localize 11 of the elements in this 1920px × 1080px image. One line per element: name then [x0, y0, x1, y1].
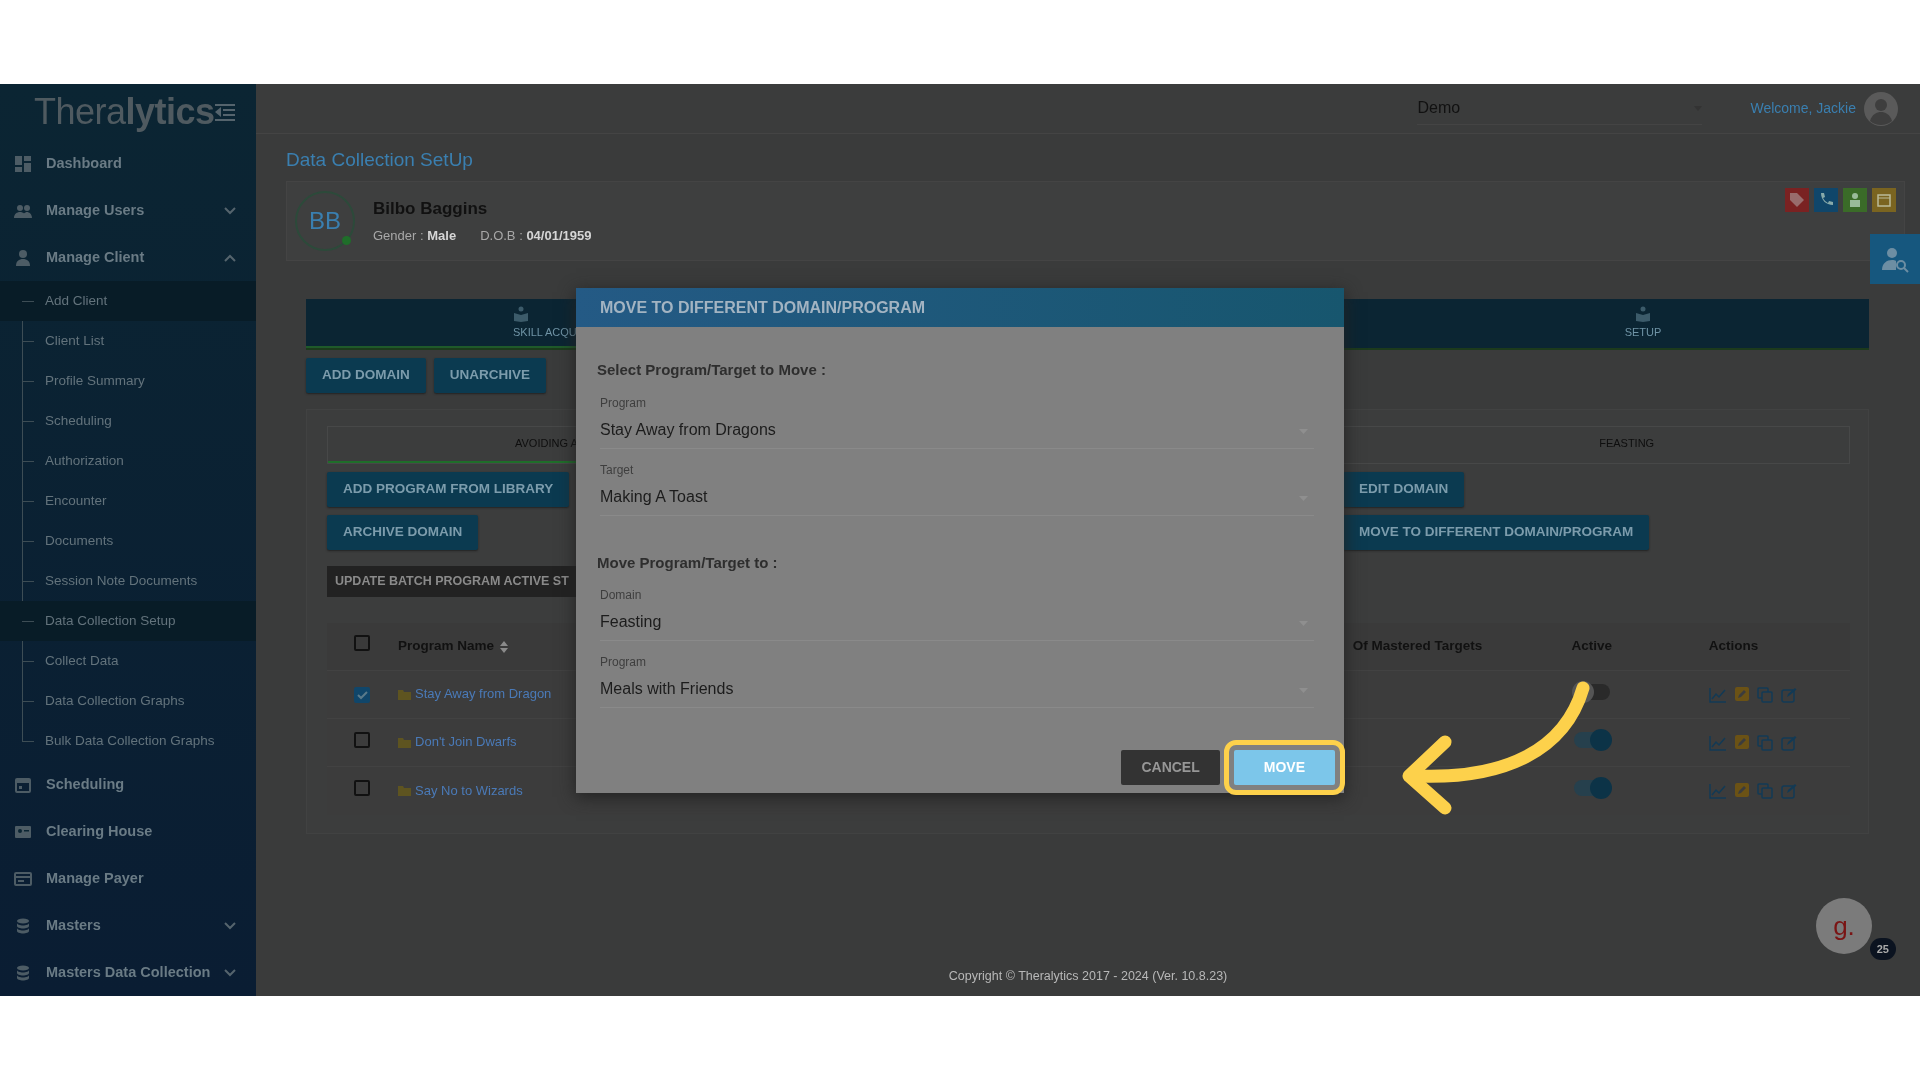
- section-heading: Select Program/Target to Move :: [597, 360, 827, 380]
- page-title: Data Collection SetUp: [285, 148, 474, 172]
- dob-text: D.O.B : 04/01/1959: [480, 226, 592, 245]
- welcome-text: Welcome, Jackie: [1750, 99, 1856, 118]
- notification-count: 25: [1869, 937, 1896, 960]
- gender-text: Gender : Male: [373, 226, 457, 245]
- client-avatar: BB: [295, 190, 355, 251]
- dialog-title: MOVE TO DIFFERENT DOMAIN/PROGRAM: [576, 288, 1344, 327]
- copyright-text: Copyright © Theralytics 2017 - 2024 (Ver. 10.8.23): [948, 969, 1228, 984]
- section-heading: Move Program/Target to :: [597, 552, 779, 573]
- logo: Theralytics: [34, 90, 215, 134]
